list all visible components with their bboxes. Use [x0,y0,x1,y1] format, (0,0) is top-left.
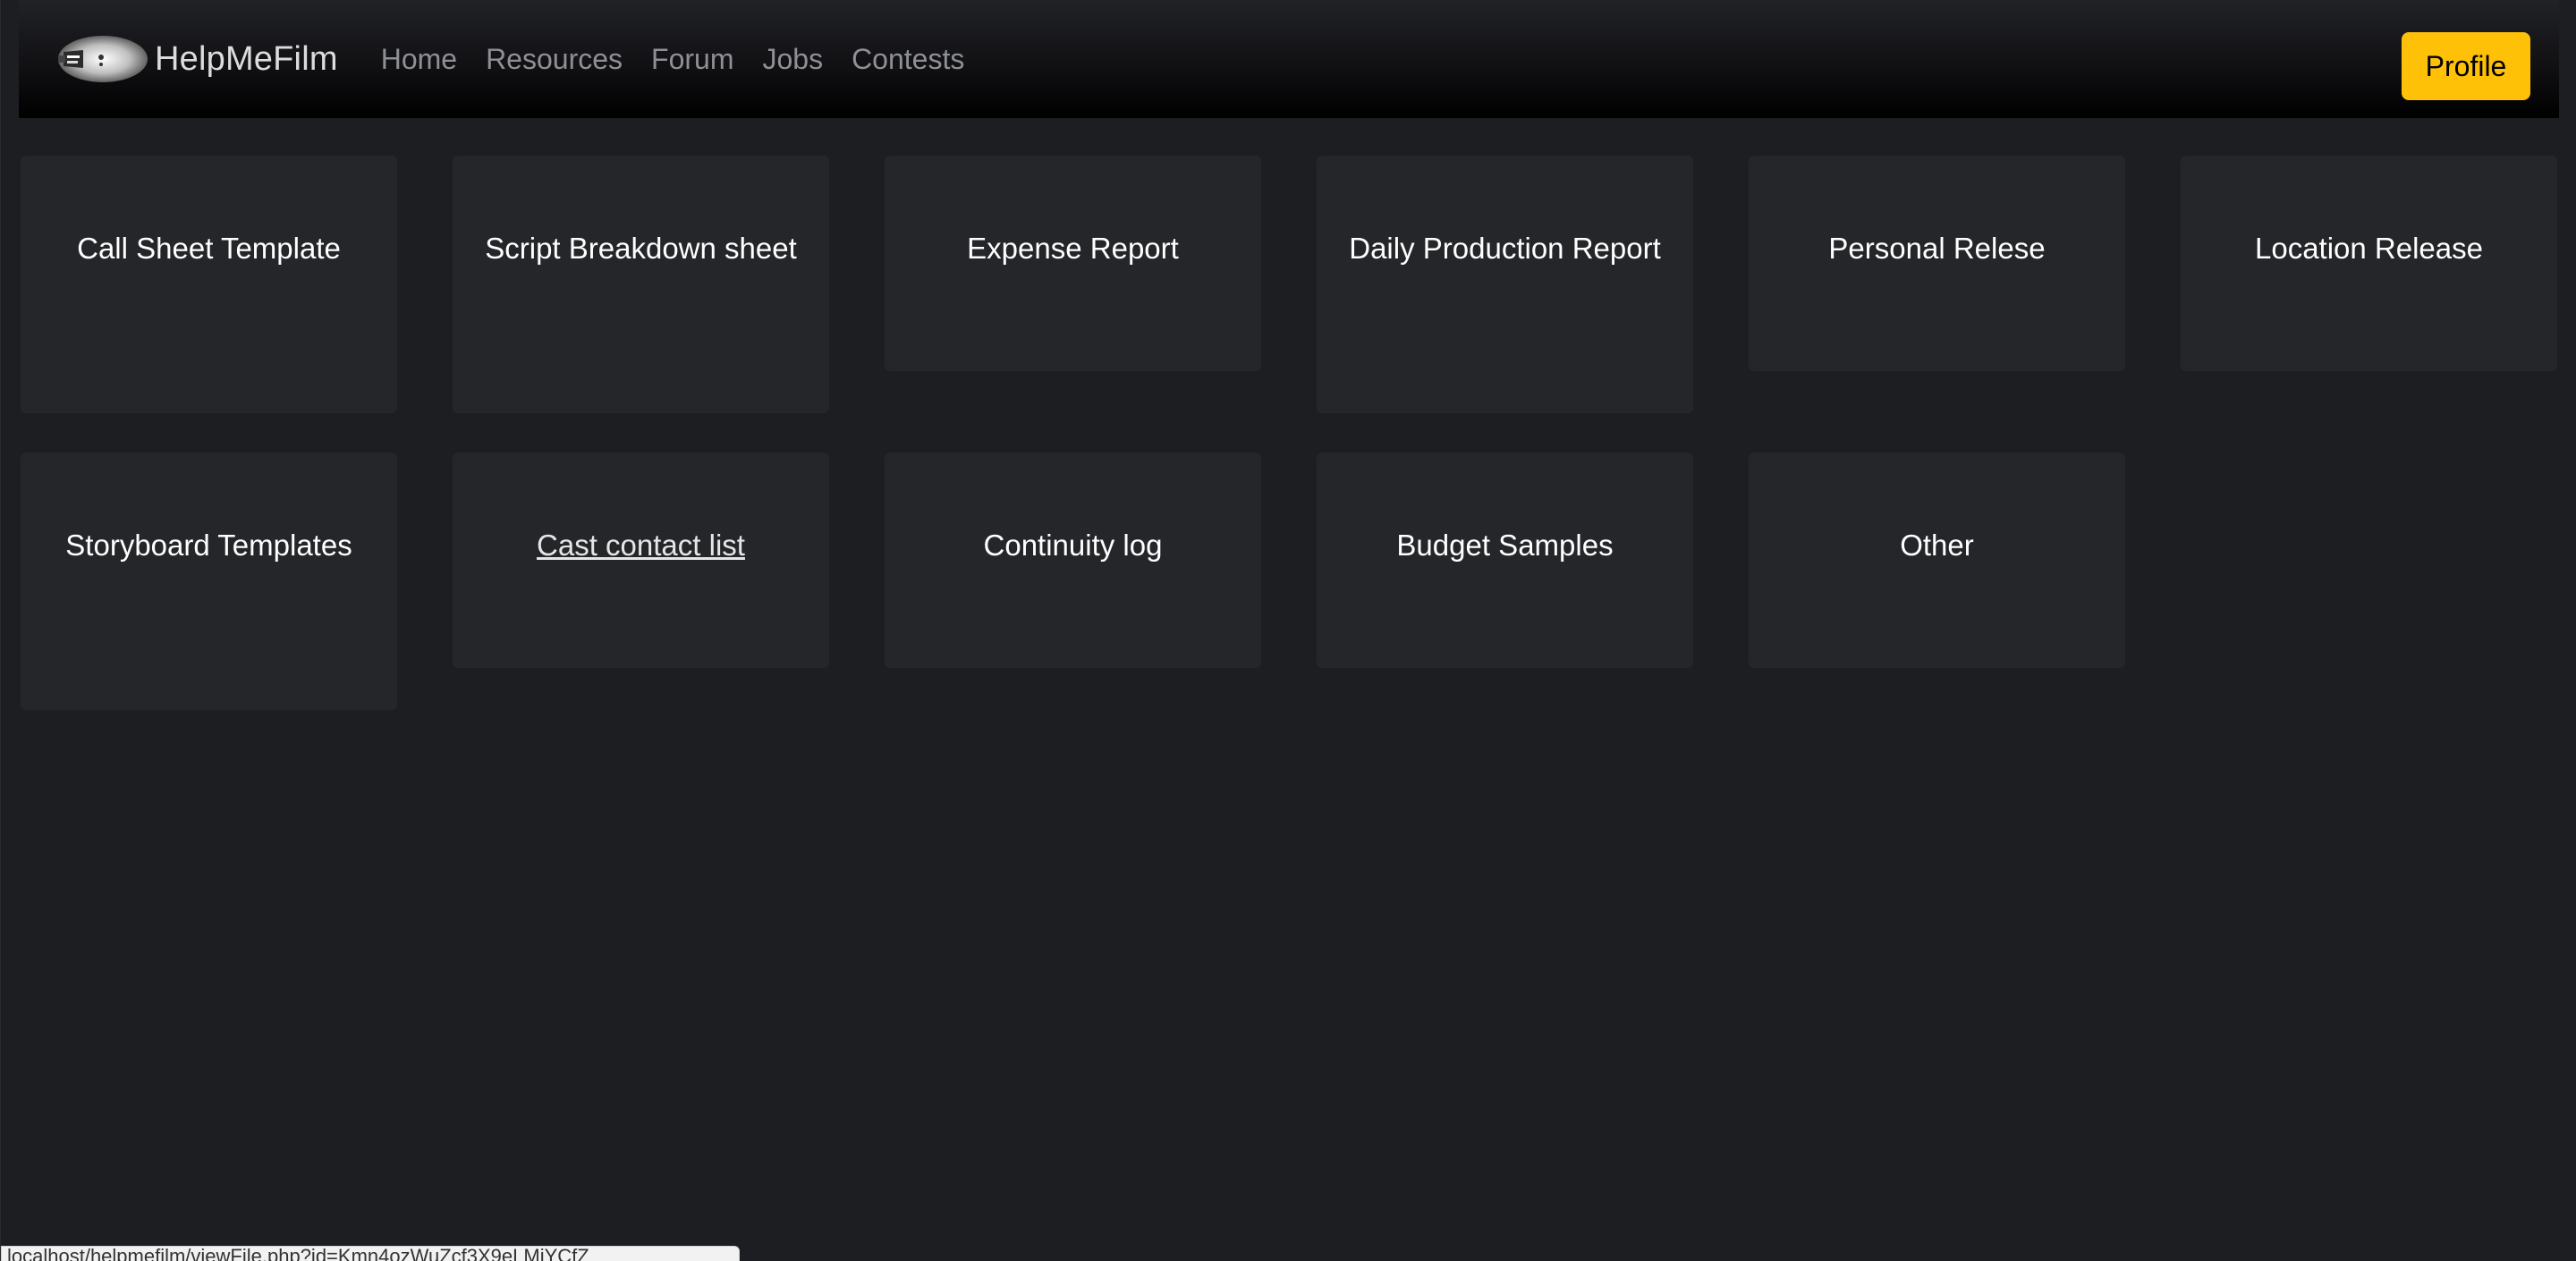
card-title: Storyboard Templates [65,529,352,562]
nav-resources-link[interactable]: Resources [486,43,623,76]
card-title: Daily Production Report [1349,232,1661,265]
page: HelpMeFilm Home Resources Forum Jobs Con… [0,0,2576,1261]
card-title: Call Sheet Template [77,232,341,265]
card-title: Budget Samples [1396,529,1614,562]
card-title: Expense Report [967,232,1179,265]
resource-card-daily-production-report[interactable]: Daily Production Report [1317,156,1693,413]
profile-button[interactable]: Profile [2402,32,2530,100]
card-title: Continuity log [983,529,1163,562]
resource-card-location-release[interactable]: Location Release [2181,156,2557,371]
resource-card-cast-contact-list[interactable]: Cast contact list [453,453,829,668]
nav-jobs-link[interactable]: Jobs [762,43,823,76]
resource-card-call-sheet[interactable]: Call Sheet Template [21,156,397,413]
nav-contests-link[interactable]: Contests [852,43,964,76]
nav-links: Home Resources Forum Jobs Contests [381,43,994,76]
resource-card-storyboard-templates[interactable]: Storyboard Templates [21,453,397,710]
nav-home-link[interactable]: Home [381,43,457,76]
brand-name: HelpMeFilm [155,39,338,78]
film-camera-logo-icon [58,36,148,82]
card-title: Location Release [2254,232,2483,265]
resource-card-other[interactable]: Other [1749,453,2125,668]
resource-card-expense-report[interactable]: Expense Report [885,156,1261,371]
nav-forum-link[interactable]: Forum [651,43,733,76]
top-navbar: HelpMeFilm Home Resources Forum Jobs Con… [19,0,2559,118]
card-title: Personal Relese [1828,232,2046,265]
resource-card-personal-release[interactable]: Personal Relese [1749,156,2125,371]
card-title: Other [1900,529,1974,562]
card-title-link[interactable]: Cast contact list [479,524,802,567]
card-title: Script Breakdown sheet [485,232,797,265]
status-bar-url: localhost/helpmefilm/viewFile.php?id=Kmn… [1,1246,740,1261]
brand-link[interactable]: HelpMeFilm [51,32,338,86]
resource-card-continuity-log[interactable]: Continuity log [885,453,1261,668]
resource-card-budget-samples[interactable]: Budget Samples [1317,453,1693,668]
resource-card-script-breakdown[interactable]: Script Breakdown sheet [453,156,829,413]
